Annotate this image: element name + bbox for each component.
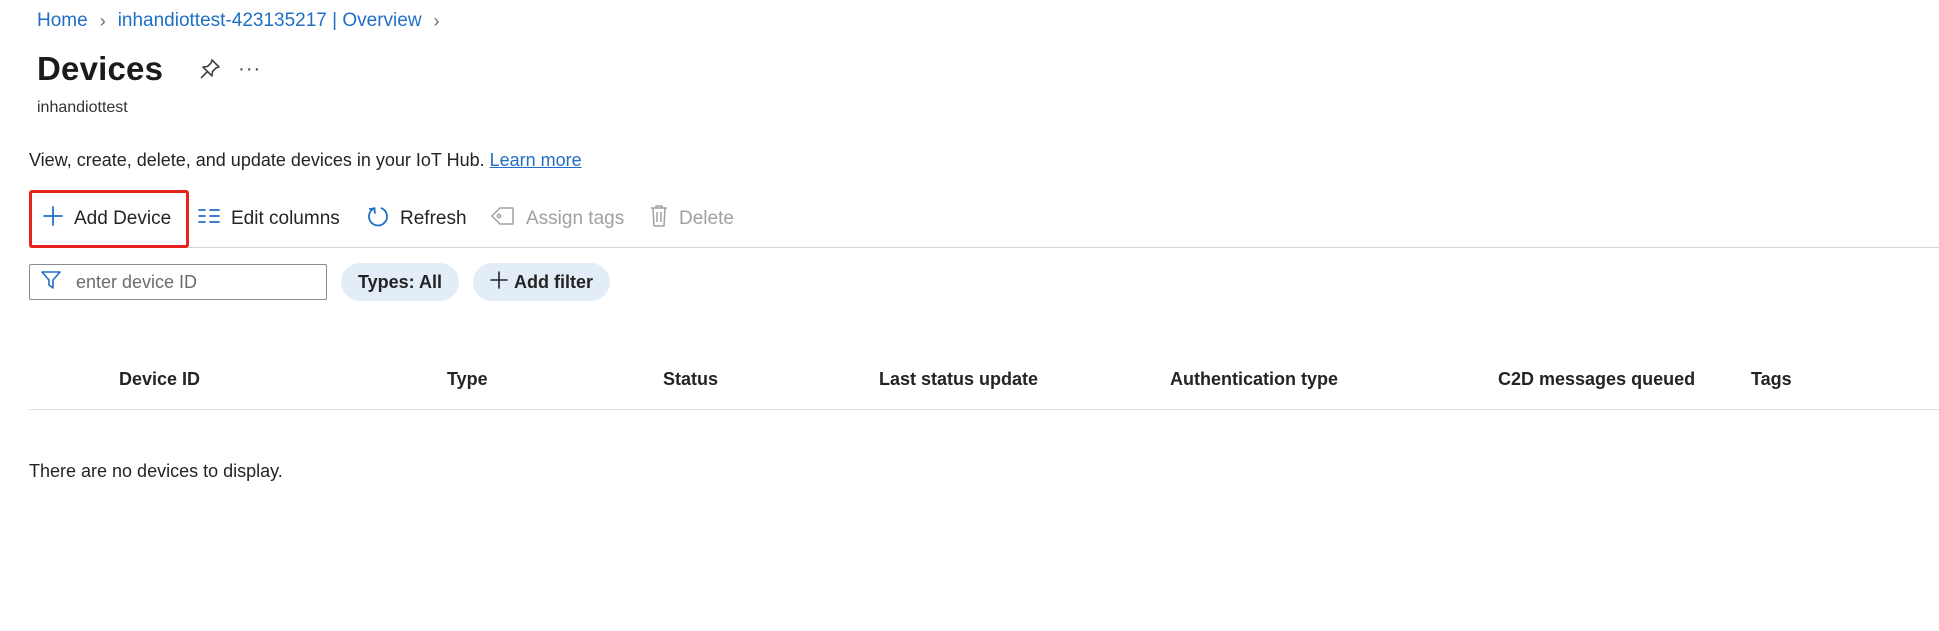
description-text: View, create, delete, and update devices… bbox=[29, 150, 490, 170]
add-device-button[interactable]: Add Device bbox=[29, 190, 189, 248]
pin-icon[interactable] bbox=[198, 57, 222, 81]
command-bar: Add Device Edit columns Refresh Assign t… bbox=[29, 190, 1939, 248]
column-header-c2d-messages[interactable]: C2D messages queued bbox=[1498, 358, 1695, 400]
column-header-type[interactable]: Type bbox=[447, 358, 488, 400]
add-device-label: Add Device bbox=[74, 208, 172, 229]
page-description: View, create, delete, and update devices… bbox=[29, 150, 582, 171]
filter-icon bbox=[40, 270, 62, 295]
assign-tags-button[interactable]: Assign tags bbox=[490, 190, 624, 248]
column-header-authentication-type[interactable]: Authentication type bbox=[1170, 358, 1338, 400]
types-filter-pill[interactable]: Types: All bbox=[341, 263, 460, 301]
more-options-icon[interactable]: ··· bbox=[238, 59, 261, 79]
refresh-icon bbox=[366, 204, 390, 234]
delete-button[interactable]: Delete bbox=[649, 190, 734, 248]
add-filter-button[interactable]: Add filter bbox=[473, 263, 611, 301]
title-row: Devices ··· bbox=[37, 50, 261, 88]
breadcrumb-home[interactable]: Home bbox=[37, 10, 88, 32]
column-header-device-id[interactable]: Device ID bbox=[119, 358, 200, 400]
breadcrumb: Home › inhandiottest-423135217 | Overvie… bbox=[37, 10, 440, 32]
empty-state-message: There are no devices to display. bbox=[29, 461, 283, 481]
edit-columns-label: Edit columns bbox=[231, 208, 340, 229]
page-title: Devices bbox=[37, 50, 164, 87]
table-header: Device ID Type Status Last status update… bbox=[29, 358, 1939, 410]
plus-icon bbox=[490, 270, 508, 294]
learn-more-link[interactable]: Learn more bbox=[490, 150, 582, 170]
page-subtitle: inhandiottest bbox=[37, 99, 128, 116]
filter-row: Types: All Add filter bbox=[29, 263, 611, 301]
tag-icon bbox=[490, 205, 516, 233]
assign-tags-label: Assign tags bbox=[526, 208, 625, 229]
refresh-button[interactable]: Refresh bbox=[366, 190, 467, 248]
column-header-last-status-update[interactable]: Last status update bbox=[879, 358, 1038, 400]
plus-icon bbox=[42, 205, 64, 233]
device-search[interactable] bbox=[29, 264, 327, 300]
refresh-label: Refresh bbox=[400, 208, 467, 229]
column-header-status[interactable]: Status bbox=[663, 358, 718, 400]
trash-icon bbox=[649, 204, 669, 234]
edit-columns-button[interactable]: Edit columns bbox=[197, 190, 340, 248]
breadcrumb-overview[interactable]: inhandiottest-423135217 | Overview bbox=[118, 10, 422, 32]
device-id-input[interactable] bbox=[76, 271, 296, 293]
chevron-right-icon: › bbox=[433, 10, 440, 31]
column-header-tags[interactable]: Tags bbox=[1751, 358, 1792, 400]
columns-icon bbox=[197, 207, 221, 231]
add-filter-label: Add filter bbox=[514, 271, 594, 292]
chevron-right-icon: › bbox=[99, 10, 106, 31]
delete-label: Delete bbox=[679, 208, 734, 229]
